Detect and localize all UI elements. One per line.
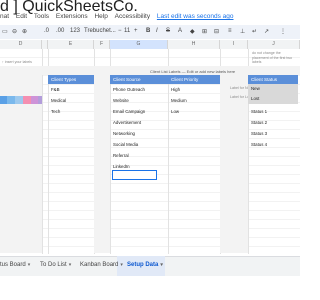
placement-note: do not change the placement of the first… — [252, 51, 292, 64]
client-status-item[interactable]: Status 1 — [251, 109, 267, 114]
color-swatch[interactable] — [38, 96, 42, 104]
bold-icon[interactable]: B — [146, 28, 150, 34]
client-priority-item[interactable]: High — [171, 87, 180, 92]
sheet-tab-to-do-list[interactable]: To Do List ▾ — [40, 262, 71, 268]
menu-item-accessibility[interactable]: Accessibility — [115, 13, 150, 20]
menu-item-help[interactable]: Help — [94, 13, 107, 20]
insert-labels-note: ↑ insert your labels — [2, 60, 32, 64]
merge-cells-icon[interactable]: ⊟ — [214, 28, 219, 35]
sheet-tab-label: Kanban Board — [80, 262, 119, 268]
menu-item-extensions[interactable]: Extensions — [56, 13, 88, 20]
client-type-item[interactable]: Medical — [51, 98, 66, 103]
client-priority-item[interactable]: Low — [171, 109, 179, 114]
font-select[interactable]: Trebuchet... — [84, 28, 116, 34]
font-size-field[interactable]: 11 — [124, 28, 130, 34]
client-source-item[interactable]: Website — [113, 98, 129, 103]
color-swatch[interactable] — [7, 96, 15, 104]
more-icon[interactable]: ⋮ — [280, 28, 286, 35]
client-status-header: Client Status — [248, 75, 298, 84]
grid-line — [42, 49, 43, 254]
client-status-item[interactable]: Status 3 — [251, 131, 267, 136]
sheet-tab-label: To Do List — [40, 262, 67, 268]
menu-item-data[interactable]: Edit — [16, 13, 27, 20]
column-header[interactable]: J — [248, 40, 300, 49]
column-header[interactable]: H — [168, 40, 220, 49]
client-source-item[interactable]: Advertisement — [113, 120, 141, 125]
client-source-item[interactable]: LinkedIn — [113, 164, 130, 169]
decimal-increase-icon[interactable]: .0 — [44, 28, 49, 34]
menu-item-tools[interactable]: Tools — [34, 13, 49, 20]
client-list-labels-title: Client List Labels — Edit or add new lab… — [150, 69, 236, 74]
color-swatch[interactable] — [15, 96, 23, 104]
strikethrough-icon[interactable]: S — [166, 28, 170, 34]
chevron-down-icon[interactable]: ▾ — [120, 262, 123, 268]
spacer-panel — [94, 68, 110, 253]
chevron-down-icon[interactable]: ▾ — [160, 262, 163, 268]
column-header[interactable]: D — [0, 40, 42, 49]
fill-color-icon[interactable]: ◆ — [190, 28, 195, 35]
client-status-item[interactable]: New — [251, 86, 260, 91]
column-header[interactable]: I — [220, 40, 248, 49]
wrap-icon[interactable]: ↵ — [252, 28, 257, 35]
selected-cell[interactable] — [112, 170, 157, 180]
font-size-plus-button[interactable]: + — [134, 28, 138, 34]
client-type-item[interactable]: Tech — [51, 109, 60, 114]
zoom-out-icon[interactable]: ⊖ — [12, 28, 17, 35]
last-edit-link[interactable]: Last edit was seconds ago — [157, 13, 234, 20]
sheet-tab-kanban-board[interactable]: Kanban Board ▾ — [80, 262, 123, 268]
valign-icon[interactable]: ⊥ — [240, 28, 245, 35]
column-header[interactable]: F — [94, 40, 110, 49]
client-types-header: Client Types — [48, 75, 94, 84]
more-formats-button[interactable]: 123 — [70, 28, 80, 34]
toolbar: ▭ ⊖ ⊕ .0 .00 123 Trebuchet... − 11 + B I… — [0, 25, 300, 39]
client-status-item[interactable]: Lost — [251, 96, 259, 101]
menu-item-format[interactable]: nat — [0, 13, 9, 20]
sheet-tab-setup-data[interactable]: Setup Data ▾ — [127, 262, 163, 268]
client-priority-header: Client Priority — [168, 75, 220, 84]
client-source-item[interactable]: Social Media — [113, 142, 138, 147]
client-type-item[interactable]: F&B — [51, 87, 60, 92]
client-status-item[interactable]: Status 2 — [251, 120, 267, 125]
rotate-icon[interactable]: ↗ — [264, 28, 269, 35]
color-swatch[interactable] — [23, 96, 31, 104]
sheet-tab-status-board[interactable]: tus Board ▾ — [0, 262, 30, 268]
sheet-tab-label: Setup Data — [127, 262, 159, 268]
chevron-down-icon[interactable]: ▾ — [69, 262, 72, 268]
bottom-blank-area — [0, 276, 300, 300]
client-status-item[interactable]: Status 4 — [251, 142, 267, 147]
text-color-icon[interactable]: A — [178, 28, 182, 34]
font-size-minus-button[interactable]: − — [118, 28, 122, 34]
client-source-item[interactable]: Email Campaign — [113, 109, 145, 114]
client-source-item[interactable]: Phone Outreach — [113, 87, 145, 92]
client-source-item[interactable]: Referral — [113, 153, 129, 158]
menu-bar: nat Edit Tools Extensions Help Accessibi… — [0, 13, 300, 25]
borders-icon[interactable]: ⊞ — [202, 28, 207, 35]
column-header-selected[interactable]: G — [110, 40, 168, 49]
client-priority-item[interactable]: Medium — [171, 98, 187, 103]
zoom-in-icon[interactable]: ⊕ — [22, 28, 27, 35]
sheet-tab-label: tus Board — [0, 262, 26, 268]
column-header[interactable]: E — [48, 40, 94, 49]
italic-icon[interactable]: I — [156, 28, 158, 34]
format-icon[interactable]: ▭ — [2, 28, 8, 35]
client-source-header: Client Source — [110, 75, 168, 84]
client-source-item[interactable]: Networking — [113, 131, 135, 136]
decimal-more-icon[interactable]: .00 — [56, 28, 64, 34]
align-left-icon[interactable]: ≡ — [228, 28, 232, 34]
chevron-down-icon[interactable]: ▾ — [28, 262, 31, 268]
